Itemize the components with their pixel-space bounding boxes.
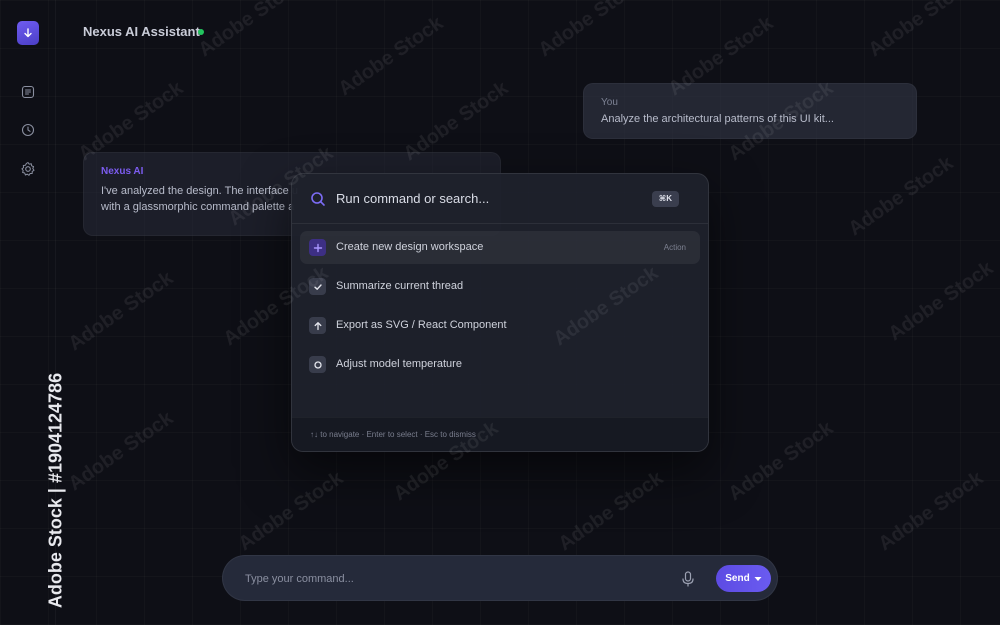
shortcut-badge: ⌘K (651, 191, 679, 207)
document-icon (21, 85, 35, 99)
command-palette: Run command or search... ⌘K Create new d… (291, 173, 709, 452)
message-text: I've analyzed the design. The interface … (101, 183, 301, 215)
watermark: Adobe Stock (64, 267, 178, 356)
watermark: Adobe Stock (724, 417, 838, 506)
message-line: with a glassmorphic command palette a (101, 201, 295, 213)
send-button[interactable]: Send (716, 565, 771, 592)
command-item-export[interactable]: Export as SVG / React Component (300, 309, 700, 342)
chevron-down-icon (754, 576, 762, 581)
command-item-summarize[interactable]: Summarize current thread (300, 270, 700, 303)
sidebar-item-threads[interactable] (18, 82, 38, 102)
command-input-bar: Send (222, 555, 778, 601)
message-sender: You (601, 97, 618, 108)
online-status-indicator (198, 29, 204, 35)
sidebar (0, 0, 56, 625)
command-item-create-workspace[interactable]: Create new design workspace Action (300, 231, 700, 264)
command-tag: Action (663, 243, 686, 252)
search-icon (311, 192, 325, 206)
arrow-up-icon (309, 317, 326, 334)
microphone-button[interactable] (679, 569, 697, 589)
watermark: Adobe Stock (534, 0, 648, 62)
command-label: Export as SVG / React Component (336, 319, 507, 331)
palette-footer: ↑↓ to navigate · Enter to select · Esc t… (292, 417, 708, 451)
circle-icon (309, 356, 326, 373)
microphone-icon (682, 571, 694, 587)
command-label: Summarize current thread (336, 280, 464, 292)
watermark: Adobe Stock (234, 467, 348, 556)
app-logo[interactable] (17, 21, 39, 45)
check-icon (309, 278, 326, 295)
gear-icon (21, 162, 35, 176)
palette-search-bar[interactable]: Run command or search... ⌘K (292, 174, 708, 224)
palette-search-input[interactable]: Run command or search... (336, 191, 489, 206)
command-input[interactable] (245, 568, 665, 590)
clock-icon (21, 123, 35, 137)
watermark: Adobe Stock (554, 467, 668, 556)
message-text: Analyze the architectural patterns of th… (601, 113, 834, 125)
sidebar-item-history[interactable] (18, 120, 38, 140)
command-label: Adjust model temperature (336, 358, 462, 370)
download-arrow-icon (24, 28, 32, 38)
watermark: Adobe Stock (844, 152, 958, 241)
message-line: I've analyzed the design. The interface … (101, 185, 298, 197)
plus-icon (309, 239, 326, 256)
watermark: Adobe Stock (194, 0, 308, 62)
command-label: Create new design workspace (336, 241, 484, 253)
app-title: Nexus AI Assistant (83, 24, 200, 39)
keyboard-hint: ↑↓ to navigate · Enter to select · Esc t… (310, 430, 476, 439)
watermark: Adobe Stock (884, 257, 998, 346)
watermark: Adobe Stock (334, 12, 448, 101)
message-sender: Nexus AI (101, 166, 144, 177)
command-item-temperature[interactable]: Adjust model temperature (300, 348, 700, 381)
user-message: You Analyze the architectural patterns o… (583, 83, 917, 139)
watermark: Adobe Stock (64, 407, 178, 496)
send-label: Send (725, 573, 750, 584)
watermark: Adobe Stock (874, 467, 988, 556)
sidebar-item-settings[interactable] (18, 159, 38, 179)
watermark: Adobe Stock (864, 0, 978, 62)
